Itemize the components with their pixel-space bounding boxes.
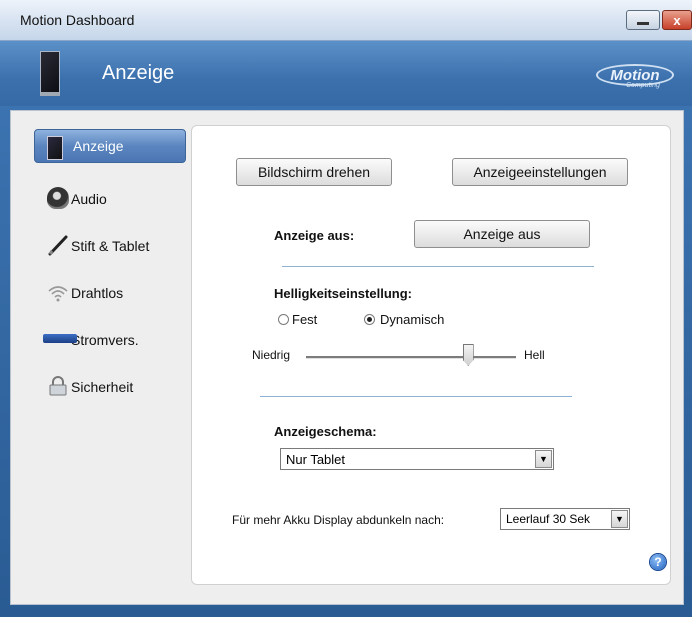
title-bar: Motion Dashboard x bbox=[0, 0, 692, 41]
close-icon: x bbox=[673, 12, 681, 28]
rotate-screen-button[interactable]: Bildschirm drehen bbox=[236, 158, 392, 186]
slider-low-label: Niedrig bbox=[252, 348, 291, 362]
dim-display-label: Für mehr Akku Display abdunkeln nach: bbox=[232, 513, 445, 527]
help-icon[interactable]: ? bbox=[650, 554, 666, 570]
motion-logo-subtext: Computing bbox=[626, 82, 660, 89]
sidebar-item-stift-tablet[interactable]: Stift & Tablet bbox=[21, 222, 187, 269]
window-title: Motion Dashboard bbox=[20, 12, 135, 28]
lock-icon bbox=[49, 376, 67, 396]
display-scheme-value: Nur Tablet bbox=[286, 451, 346, 467]
tablet-display-icon bbox=[47, 136, 63, 160]
chevron-down-icon[interactable]: ▼ bbox=[611, 510, 628, 528]
brightness-slider-thumb[interactable] bbox=[462, 344, 474, 366]
wifi-icon bbox=[48, 286, 68, 302]
close-button[interactable]: x bbox=[662, 10, 692, 30]
divider bbox=[282, 266, 594, 267]
sidebar-item-sicherheit[interactable]: Sicherheit bbox=[21, 363, 187, 410]
minimize-button[interactable] bbox=[626, 10, 660, 30]
sidebar-item-label: Stromvers. bbox=[71, 331, 139, 348]
sidebar-nav: Anzeige Audio Stift & Tablet Drahtlos St… bbox=[21, 127, 187, 410]
section-header: Anzeige Motion Computing bbox=[0, 41, 692, 106]
speaker-icon bbox=[47, 187, 69, 209]
radio-dynamic-label: Dynamisch bbox=[380, 312, 445, 327]
section-title: Anzeige bbox=[102, 62, 175, 84]
pen-icon bbox=[48, 235, 68, 256]
sidebar-item-audio[interactable]: Audio bbox=[21, 175, 187, 222]
display-scheme-select[interactable]: Nur Tablet ▼ bbox=[280, 448, 554, 470]
display-off-button[interactable]: Anzeige aus bbox=[414, 220, 590, 248]
brightness-label: Helligkeitseinstellung: bbox=[274, 286, 412, 301]
sidebar-item-stromvers[interactable]: Stromvers. bbox=[21, 316, 187, 363]
chevron-down-icon[interactable]: ▼ bbox=[535, 450, 552, 468]
divider bbox=[260, 396, 572, 397]
sidebar-item-label: Stift & Tablet bbox=[71, 237, 150, 254]
radio-fixed-label: Fest bbox=[292, 312, 318, 327]
settings-panel: Bildschirm drehen Anzeigeeinstellungen A… bbox=[191, 125, 671, 585]
radio-dynamic[interactable] bbox=[364, 314, 375, 325]
slider-high-label: Hell bbox=[524, 348, 545, 362]
dim-timeout-select[interactable]: Leerlauf 30 Sek ▼ bbox=[500, 508, 630, 530]
sidebar-item-anzeige[interactable]: Anzeige bbox=[34, 129, 186, 163]
dim-timeout-value: Leerlauf 30 Sek bbox=[506, 512, 591, 526]
brightness-slider-track bbox=[306, 356, 516, 359]
display-settings-button[interactable]: Anzeigeeinstellungen bbox=[452, 158, 628, 186]
minimize-icon bbox=[637, 21, 649, 25]
battery-icon bbox=[43, 334, 77, 343]
sidebar-item-label: Anzeige bbox=[73, 138, 124, 154]
sidebar-item-drahtlos[interactable]: Drahtlos bbox=[21, 269, 187, 316]
display-scheme-label: Anzeigeschema: bbox=[274, 424, 377, 439]
sidebar-item-label: Audio bbox=[71, 190, 107, 207]
tablet-display-icon bbox=[40, 51, 60, 96]
app-window: Motion Dashboard x Anzeige Motion Comput… bbox=[0, 0, 692, 617]
radio-fixed[interactable] bbox=[278, 314, 289, 325]
display-off-label: Anzeige aus: bbox=[274, 228, 355, 243]
sidebar-item-label: Sicherheit bbox=[71, 378, 134, 395]
content-area: Anzeige Audio Stift & Tablet Drahtlos St… bbox=[10, 110, 684, 605]
sidebar-item-label: Drahtlos bbox=[71, 284, 124, 301]
